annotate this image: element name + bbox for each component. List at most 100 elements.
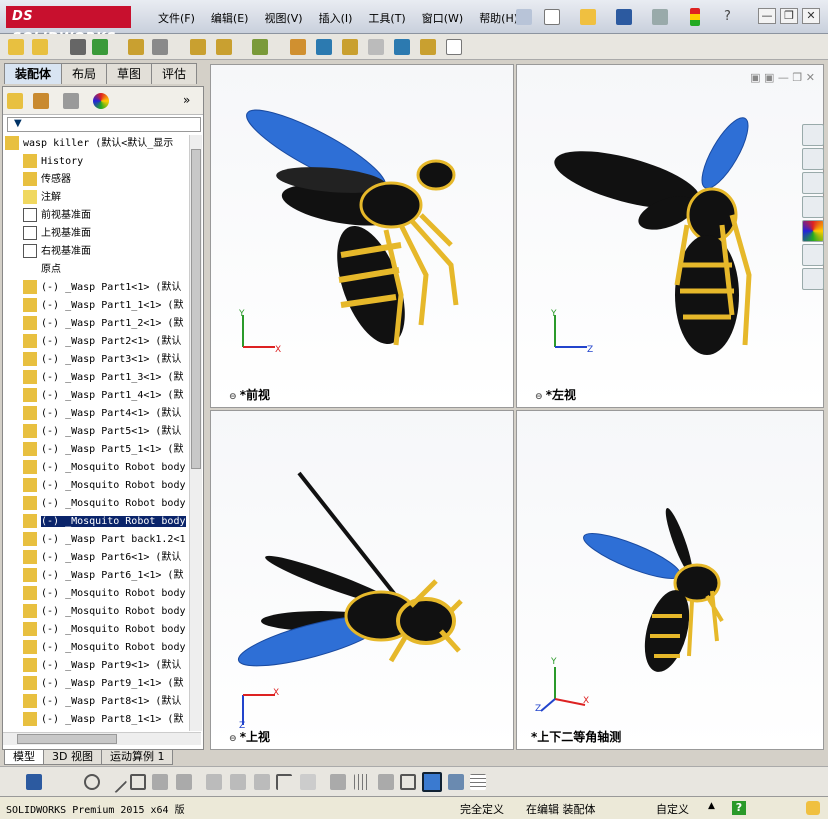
tree-item[interactable]: (-) _Wasp Part3<1> (默认 xyxy=(3,351,189,369)
offset-icon[interactable] xyxy=(254,774,270,790)
status-help-icon[interactable]: ? xyxy=(732,801,746,815)
camera-icon[interactable] xyxy=(448,774,464,790)
show-hidden-icon[interactable] xyxy=(216,39,232,55)
shaded-view-icon[interactable] xyxy=(422,772,442,792)
custom-properties-icon[interactable] xyxy=(802,244,824,266)
line-icon[interactable] xyxy=(104,770,128,794)
tree-item[interactable]: (-) _Wasp Part1<1> (默认 xyxy=(3,279,189,297)
view-link-icon[interactable]: ⊖ xyxy=(229,734,240,744)
tree-item[interactable]: (-) _Wasp Part9<1> (默认 xyxy=(3,657,189,675)
tree-item[interactable]: (-) _Wasp Part8_1<1> (默 xyxy=(3,711,189,729)
mate-icon[interactable] xyxy=(92,39,108,55)
table-icon[interactable] xyxy=(470,774,486,790)
open-folder-icon[interactable] xyxy=(580,9,596,25)
linear-sketch-pattern-icon[interactable] xyxy=(330,774,346,790)
tree-item[interactable]: wasp killer (默认<默认_显示 xyxy=(3,135,189,153)
tab-sketch[interactable]: 草图 xyxy=(106,63,153,84)
pin-icon[interactable] xyxy=(516,9,532,25)
feature-tree-icon[interactable] xyxy=(7,93,23,109)
trim-icon[interactable] xyxy=(152,774,168,790)
smart-fastener-icon[interactable] xyxy=(152,39,168,55)
viewport-close-icon[interactable]: ✕ xyxy=(806,71,815,84)
h-scroll-thumb[interactable] xyxy=(17,734,117,744)
viewport-front[interactable]: Y X ⊖ *前视 xyxy=(210,64,514,408)
tree-item[interactable]: 原点 xyxy=(3,261,189,279)
tree-item[interactable]: (-) _Mosquito Robot body xyxy=(3,603,189,621)
units-arrow-icon[interactable]: ▲ xyxy=(708,801,715,811)
tree-item[interactable]: (-) _Wasp Part8<1> (默认 xyxy=(3,693,189,711)
menu-insert[interactable]: 插入(I) xyxy=(311,10,361,26)
exploded-view-icon[interactable] xyxy=(368,39,384,55)
menu-window[interactable]: 窗口(W) xyxy=(414,10,471,26)
tree-item[interactable]: (-) _Wasp Part2<1> (默认 xyxy=(3,333,189,351)
tree-item[interactable]: (-) _Mosquito Robot body xyxy=(3,513,189,531)
angle-icon[interactable] xyxy=(378,774,394,790)
tree-item[interactable]: (-) _Mosquito Robot body xyxy=(3,495,189,513)
cube-icon[interactable] xyxy=(400,774,416,790)
design-library-icon[interactable] xyxy=(802,148,824,170)
tree-item[interactable]: History xyxy=(3,153,189,171)
view-link-icon[interactable]: ⊖ xyxy=(535,392,546,402)
tree-item[interactable]: 右视基准面 xyxy=(3,243,189,261)
rebuild-traffic-light-icon[interactable] xyxy=(690,8,700,26)
tree-item[interactable]: (-) _Wasp Part back1.2<1 xyxy=(3,531,189,549)
solidworks-forum-icon[interactable] xyxy=(802,268,824,290)
tree-horizontal-scrollbar[interactable] xyxy=(3,732,201,745)
move-component-icon[interactable] xyxy=(190,39,206,55)
tree-item[interactable]: (-) _Mosquito Robot body xyxy=(3,477,189,495)
menu-file[interactable]: 文件(F) xyxy=(150,10,203,26)
solidworks-resources-icon[interactable] xyxy=(802,124,824,146)
tree-item[interactable]: (-) _Wasp Part1_4<1> (默 xyxy=(3,387,189,405)
edit-component-icon[interactable] xyxy=(70,39,86,55)
configuration-manager-icon[interactable] xyxy=(63,93,79,109)
units-selector[interactable]: 自定义 xyxy=(656,801,689,817)
tree-item[interactable]: (-) _Mosquito Robot body xyxy=(3,585,189,603)
solidworks-logo[interactable]: DS SOLIDWORKS xyxy=(6,6,131,46)
viewport-top[interactable]: X Z ⊖ *上视 xyxy=(210,410,514,750)
link-views-icon[interactable]: ▣ xyxy=(764,71,778,84)
polygon-icon[interactable] xyxy=(130,774,146,790)
close-button[interactable]: ✕ xyxy=(802,8,820,24)
menu-tools[interactable]: 工具(T) xyxy=(360,10,413,26)
view-palette-icon[interactable] xyxy=(802,196,824,218)
tab-assembly[interactable]: 装配体 xyxy=(4,63,63,84)
assembly-features-icon[interactable] xyxy=(252,39,268,55)
reference-geometry-icon[interactable] xyxy=(290,39,306,55)
tree-vertical-scrollbar[interactable] xyxy=(189,135,202,731)
tab-model[interactable]: 模型 xyxy=(4,750,44,765)
viewport-minimize-icon[interactable]: — xyxy=(778,71,793,84)
scroll-thumb[interactable] xyxy=(191,149,201,469)
minimize-button[interactable]: — xyxy=(758,8,776,24)
new-document-icon[interactable] xyxy=(544,9,560,25)
viewport-isometric[interactable]: Y X Z *上下二等角轴测 xyxy=(516,410,824,750)
tree-item[interactable]: (-) _Mosquito Robot body xyxy=(3,639,189,657)
tab-evaluate[interactable]: 评估 xyxy=(151,63,198,84)
tree-item[interactable]: (-) _Wasp Part5_1<1> (默 xyxy=(3,441,189,459)
viewport-left[interactable]: ▣ ▣ — ❐ ✕ Y Z ⊖ *左视 xyxy=(516,64,824,408)
tree-item[interactable]: (-) _Wasp Part9_1<1> (默 xyxy=(3,675,189,693)
tree-item[interactable]: 传感器 xyxy=(3,171,189,189)
tree-item[interactable]: 上视基准面 xyxy=(3,225,189,243)
property-manager-icon[interactable] xyxy=(33,93,49,109)
new-part-icon[interactable] xyxy=(32,39,48,55)
linear-pattern-icon[interactable] xyxy=(128,39,144,55)
insert-component-icon[interactable] xyxy=(8,39,24,55)
explode-line-sketch-icon[interactable] xyxy=(394,39,410,55)
tile-icon[interactable]: ▣ xyxy=(750,71,764,84)
viewport-restore-icon[interactable]: ❐ xyxy=(792,71,805,84)
appearances-icon[interactable] xyxy=(802,220,824,242)
restore-button[interactable]: ❐ xyxy=(780,8,798,24)
file-explorer-icon[interactable] xyxy=(802,172,824,194)
grid-icon[interactable] xyxy=(354,774,370,790)
expand-panel-icon[interactable]: » xyxy=(183,93,190,107)
feature-filter[interactable]: ▼ xyxy=(7,117,201,132)
tree-item[interactable]: (-) _Wasp Part1_1<1> (默 xyxy=(3,297,189,315)
tree-item[interactable]: (-) _Mosquito Robot body xyxy=(3,621,189,639)
tree-item[interactable]: 注解 xyxy=(3,189,189,207)
corner-rectangle-icon[interactable] xyxy=(276,774,292,790)
help-icon[interactable]: ? xyxy=(724,9,731,24)
view-link-icon[interactable]: ⊖ xyxy=(229,392,240,402)
tree-item[interactable]: (-) _Wasp Part4<1> (默认 xyxy=(3,405,189,423)
speedpak-icon[interactable] xyxy=(446,39,462,55)
menu-edit[interactable]: 编辑(E) xyxy=(203,10,257,26)
